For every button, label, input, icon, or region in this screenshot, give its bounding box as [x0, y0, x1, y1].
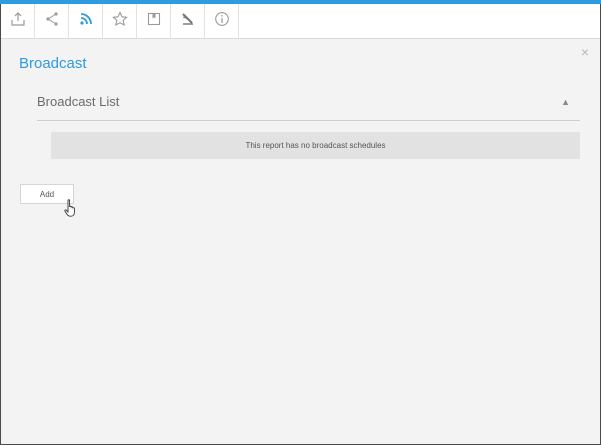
panel-title: Broadcast — [19, 55, 87, 72]
bookmark-button[interactable] — [137, 4, 171, 38]
hand-cursor-icon — [63, 198, 79, 218]
empty-schedule-message: This report has no broadcast schedules — [51, 132, 580, 159]
report-toolbar — [1, 4, 600, 39]
info-icon — [214, 11, 230, 32]
broadcast-rss-icon — [78, 11, 94, 32]
info-button[interactable] — [205, 4, 239, 38]
bookmark-icon — [146, 11, 162, 32]
export-button[interactable] — [1, 4, 35, 38]
share-icon — [44, 11, 60, 32]
broadcast-list-header[interactable]: Broadcast List ▲ — [37, 94, 580, 121]
star-icon — [111, 10, 128, 32]
broadcast-button[interactable] — [69, 4, 103, 38]
publish-button[interactable] — [171, 4, 205, 38]
collapse-chevron-icon[interactable]: ▲ — [561, 97, 570, 107]
share-button[interactable] — [35, 4, 69, 38]
close-icon[interactable]: × — [581, 45, 589, 59]
favourite-button[interactable] — [103, 4, 137, 38]
broadcast-panel: × Broadcast Broadcast List ▲ This report… — [1, 39, 600, 444]
satellite-icon — [180, 11, 196, 32]
export-icon — [10, 11, 26, 32]
section-title: Broadcast List — [37, 94, 120, 109]
